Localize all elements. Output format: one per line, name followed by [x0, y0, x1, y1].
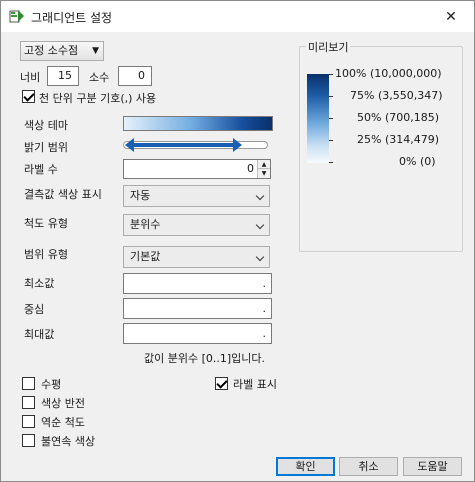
min-input[interactable]: . [123, 273, 272, 294]
gradient-settings-dialog: 그래디언트 설정 ✕ 고정 소수점 ▼ 너비 15 소수 0 천 단위 구분 기… [0, 0, 475, 482]
legend-label-25: 25% (314,479) [357, 133, 440, 146]
preview-gradient-legend [307, 74, 329, 163]
legend-label-100: 100% (10,000,000) [335, 67, 442, 80]
chevron-down-icon [255, 191, 265, 201]
legend-tick [329, 118, 333, 119]
number-format-dropdown[interactable]: 고정 소수점 ▼ [20, 41, 104, 61]
missing-color-value: 자동 [130, 189, 151, 202]
thousands-separator-label: 천 단위 구분 기호(,) 사용 [39, 92, 157, 105]
brightness-slider-fill [133, 143, 239, 147]
center-value: . [262, 302, 267, 315]
thousands-separator-checkbox[interactable] [22, 90, 35, 103]
quantile-note: 값이 분위수 [0..1]입니다. [144, 352, 266, 365]
color-theme-gradient[interactable] [123, 116, 273, 131]
missing-color-select[interactable]: 자동 [123, 185, 270, 207]
reverse-color-checkbox[interactable] [22, 396, 35, 409]
stepper-down-icon[interactable]: ▼ [257, 169, 270, 178]
decimal-label: 소수 [89, 71, 110, 84]
min-value: . [262, 277, 267, 290]
range-type-label: 범위 유형 [24, 248, 68, 261]
label-count-label: 라벨 수 [24, 163, 58, 176]
max-label: 최대값 [24, 328, 55, 341]
max-value: . [262, 327, 267, 340]
window-title: 그래디언트 설정 [31, 11, 113, 25]
width-label: 너비 [20, 71, 41, 84]
stepper-up-icon[interactable]: ▲ [257, 160, 270, 169]
cancel-button[interactable]: 취소 [339, 457, 398, 476]
label-count-stepper[interactable]: 0 ▲ ▼ [123, 159, 271, 179]
color-theme-label: 색상 테마 [24, 119, 68, 132]
app-icon [9, 10, 24, 23]
title-bar: 그래디언트 설정 ✕ [1, 1, 474, 32]
legend-tick [329, 162, 333, 163]
missing-color-label: 결측값 색상 표시 [24, 188, 102, 201]
number-format-value: 고정 소수점 [24, 44, 79, 57]
reverse-scale-checkbox[interactable] [22, 415, 35, 428]
scale-type-value: 분위수 [130, 218, 161, 231]
legend-tick [329, 96, 333, 97]
width-value: 15 [58, 69, 72, 82]
discrete-color-checkbox[interactable] [22, 434, 35, 447]
decimal-input[interactable]: 0 [118, 66, 152, 86]
help-button[interactable]: 도움말 [403, 457, 462, 476]
discrete-color-label: 불연속 색상 [41, 435, 96, 448]
close-button[interactable]: ✕ [428, 1, 474, 32]
center-label: 중심 [24, 303, 45, 316]
horizontal-checkbox[interactable] [22, 377, 35, 390]
chevron-down-icon [255, 220, 265, 230]
reverse-color-label: 색상 반전 [41, 397, 85, 410]
brightness-range-label: 밝기 범위 [24, 141, 68, 154]
label-count-value: 0 [247, 162, 254, 175]
decimal-value: 0 [138, 69, 145, 82]
min-label: 최소값 [24, 277, 55, 290]
dropdown-arrow-icon: ▼ [92, 46, 99, 56]
brightness-high-handle[interactable] [233, 138, 242, 152]
range-type-value: 기본값 [130, 250, 161, 263]
max-input[interactable]: . [123, 323, 272, 344]
legend-label-50: 50% (700,185) [357, 111, 440, 124]
show-labels-label: 라벨 표시 [233, 378, 277, 391]
preview-title: 미리보기 [306, 39, 351, 55]
width-input[interactable]: 15 [47, 66, 79, 86]
scale-type-label: 척도 유형 [24, 217, 68, 230]
close-icon: ✕ [445, 8, 457, 25]
center-input[interactable]: . [123, 298, 272, 319]
range-type-select[interactable]: 기본값 [123, 246, 270, 268]
legend-tick [329, 74, 333, 75]
scale-type-select[interactable]: 분위수 [123, 214, 270, 236]
chevron-down-icon [255, 252, 265, 262]
legend-label-0: 0% (0) [399, 155, 436, 168]
reverse-scale-label: 역순 척도 [41, 416, 85, 429]
horizontal-label: 수평 [41, 378, 62, 391]
legend-tick [329, 140, 333, 141]
legend-label-75: 75% (3,550,347) [350, 89, 443, 102]
show-labels-checkbox[interactable] [215, 377, 228, 390]
brightness-low-handle[interactable] [125, 138, 134, 152]
ok-button[interactable]: 확인 [276, 457, 335, 476]
